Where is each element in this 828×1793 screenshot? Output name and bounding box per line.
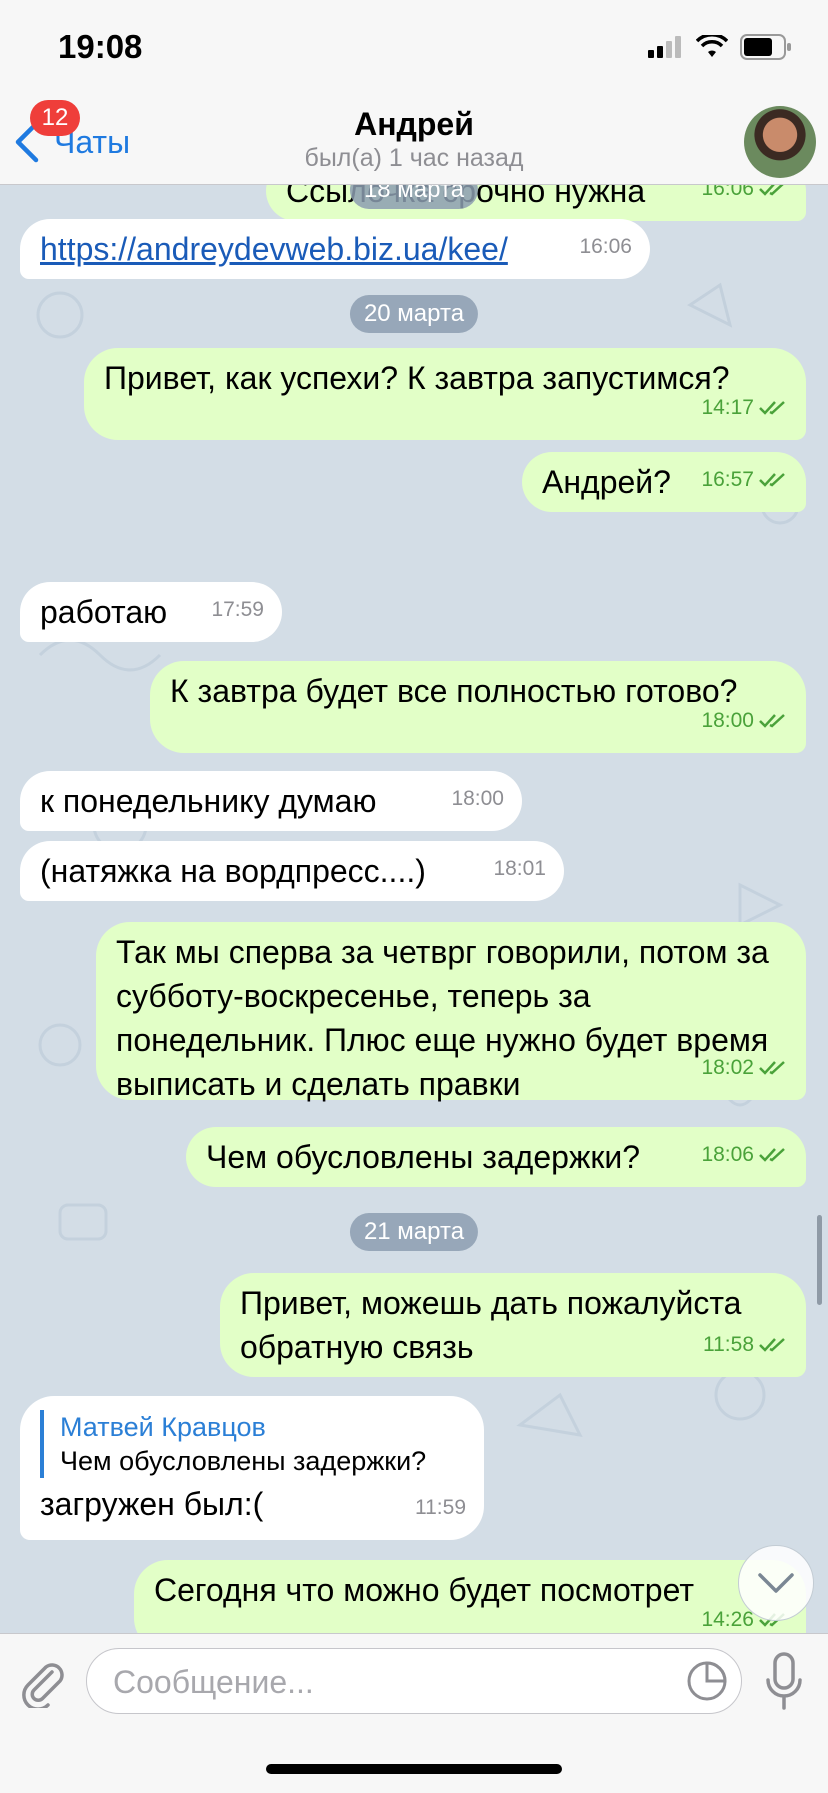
chat-title[interactable]: Андрей [0, 106, 828, 143]
message-meta: 18:01 [493, 847, 546, 891]
message-text: Привет, как успехи? К завтра запустимся? [104, 360, 730, 396]
message-text: загружен был:( [40, 1486, 264, 1522]
message-time: 16:06 [701, 185, 754, 200]
wifi-icon [696, 35, 728, 57]
message-meta: 11:58 [703, 1323, 788, 1367]
message-bubble-incoming[interactable]: Матвей Кравцов Чем обусловлены задержки?… [20, 1396, 484, 1540]
message-meta: 16:06 [579, 225, 632, 269]
avatar[interactable] [744, 106, 816, 178]
message-input[interactable] [111, 1649, 655, 1715]
reply-author: Матвей Кравцов [60, 1412, 266, 1442]
message-time: 11:58 [703, 1333, 754, 1356]
message-text: (натяжка на вордпресс....) [40, 853, 426, 889]
status-bar: 19:08 [0, 0, 828, 92]
double-check-icon [759, 401, 785, 415]
message-meta: 14:17 [701, 386, 788, 430]
home-indicator[interactable] [266, 1764, 562, 1774]
message-time: 18:06 [701, 1143, 754, 1166]
message-time: 11:59 [415, 1496, 466, 1519]
double-check-icon [759, 1338, 785, 1352]
message-meta: 18:00 [701, 699, 788, 743]
double-check-icon [759, 185, 784, 196]
message-text: к понедельнику думаю [40, 783, 377, 819]
message-text: Сегодня что можно будет посмотрет [154, 1572, 694, 1608]
message-time: 16:06 [579, 235, 632, 258]
message-bubble-incoming[interactable]: (натяжка на вордпресс....) 18:01 [20, 841, 564, 901]
double-check-icon [759, 1148, 785, 1162]
status-time: 19:08 [58, 28, 143, 65]
message-bubble-outgoing[interactable]: Чем обусловлены задержки? 18:06 [186, 1127, 806, 1187]
message-bubble-outgoing[interactable]: Сегодня что можно будет посмотрет 14:26 [134, 1560, 806, 1633]
status-icons [648, 34, 792, 60]
date-separator: 20 марта [349, 295, 479, 333]
message-bubble-outgoing[interactable]: Привет, как успехи? К завтра запустимся?… [84, 348, 806, 440]
message-meta: 16:06 [701, 185, 788, 211]
message-text: работаю [40, 594, 168, 630]
message-list[interactable]: Ссылочка срочно нужна 16:06 18 марта htt… [0, 185, 828, 1633]
chat-header: Чаты 12 Андрей был(а) 1 час назад [0, 92, 828, 185]
signal-icon [648, 36, 681, 58]
chevron-down-icon [758, 1573, 794, 1593]
message-link[interactable]: https://andreydevweb.biz.ua/kee/ [40, 231, 508, 267]
message-bubble-outgoing[interactable]: Андрей? 16:57 [522, 452, 806, 512]
message-text: К завтра будет все полностью готово? [170, 673, 738, 709]
sticker-icon[interactable] [685, 1659, 729, 1703]
message-time: 18:00 [701, 709, 754, 732]
message-time: 17:59 [211, 598, 264, 621]
message-time: 18:01 [493, 857, 546, 880]
message-time: 16:57 [701, 468, 754, 491]
reply-text: Чем обусловлены задержки? [60, 1446, 427, 1476]
message-meta: 16:57 [701, 458, 788, 502]
double-check-icon [759, 1061, 785, 1075]
message-bubble-outgoing[interactable]: Так мы сперва за четврг говорили, потом … [96, 922, 806, 1102]
message-meta: 11:59 [415, 1486, 466, 1530]
message-text: Андрей? [542, 464, 671, 500]
message-meta: 18:06 [701, 1133, 788, 1177]
message-bubble-outgoing[interactable]: К завтра будет все полностью готово? 18:… [150, 661, 806, 753]
message-time: 14:17 [701, 396, 754, 419]
message-text: Так мы сперва за четврг говорили, потом … [116, 934, 769, 1102]
reply-quote[interactable]: Матвей Кравцов Чем обусловлены задержки? [40, 1410, 464, 1478]
message-bubble-outgoing[interactable]: Ссылочка срочно нужна 16:06 [266, 185, 806, 221]
message-time: 18:00 [451, 787, 504, 810]
message-bubble-incoming[interactable]: https://andreydevweb.biz.ua/kee/ 16:06 [20, 219, 650, 279]
double-check-icon [759, 714, 785, 728]
date-separator: 21 марта [349, 1213, 479, 1251]
microphone-icon[interactable] [764, 1652, 804, 1712]
last-seen-status: был(а) 1 час назад [304, 144, 524, 172]
message-bubble-outgoing[interactable]: Привет, можешь дать пожалуйста обратную … [220, 1273, 806, 1377]
message-bubble-incoming[interactable]: работаю 17:59 [20, 582, 282, 642]
battery-icon [740, 34, 791, 60]
message-input-wrapper[interactable] [86, 1648, 742, 1715]
date-separator: 18 марта [349, 185, 479, 209]
message-time: 18:02 [701, 1056, 754, 1079]
message-meta: 17:59 [211, 588, 264, 632]
message-meta: 18:02 [701, 1046, 788, 1090]
message-bubble-incoming[interactable]: к понедельнику думаю 18:00 [20, 771, 522, 831]
scroll-down-button[interactable] [738, 1545, 814, 1621]
double-check-icon [759, 473, 785, 487]
message-meta: 18:00 [451, 777, 504, 821]
scrollbar[interactable] [817, 1215, 822, 1305]
message-text: Чем обусловлены задержки? [206, 1139, 641, 1175]
paperclip-icon[interactable] [18, 1658, 68, 1708]
